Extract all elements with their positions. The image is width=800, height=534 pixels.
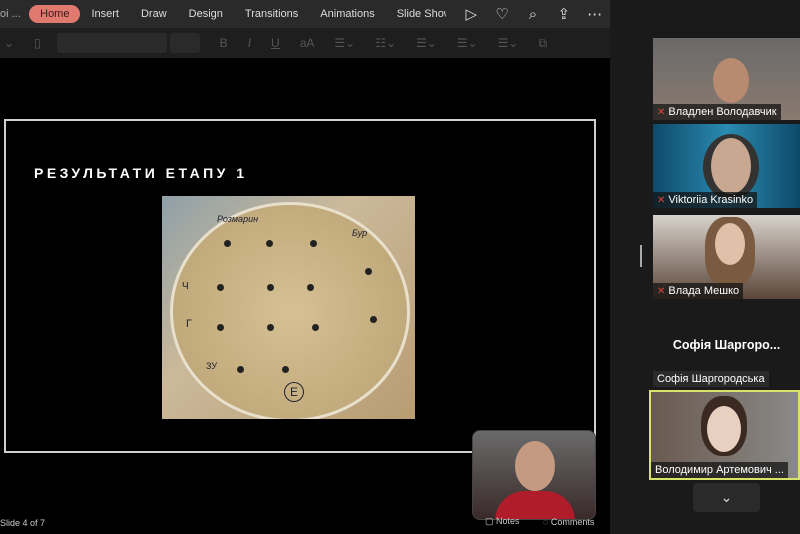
label-e: Е [284,382,305,402]
more-icon[interactable]: ⋯ [579,5,610,23]
font-size-field[interactable] [169,33,200,53]
presentation-pane: oi ... Home Insert Draw Design Transitio… [0,0,610,534]
label-zu: ЗУ [206,361,218,371]
tab-draw[interactable]: Draw [130,5,178,23]
underline-button[interactable]: U [271,36,280,50]
comments-icon: ◌ [543,517,551,527]
bullets-icon[interactable]: ☰⌄ [334,36,355,50]
muted-mic-icon: ✕ [657,107,666,118]
petri-dish-photo: Розмарин Бур Ч Г ЗУ Е [162,196,415,419]
slide-title: РЕЗУЛЬТАТИ ЕТАПУ 1 [34,165,248,181]
tab-slide-show[interactable]: Slide Show [386,5,446,23]
slide-counter: Slide 4 of 7 [0,518,46,528]
participant-name: Влада Мешко [668,285,740,297]
participant-name: Viktoriia Krasinko [668,194,754,206]
participant-name: Владлен Володавчик [668,106,777,118]
align-icon[interactable]: ☰⌄ [457,36,478,50]
participant-name: Володимир Артемович ... [655,464,784,476]
paragraph-icon[interactable]: ☰⌄ [498,36,519,50]
chevron-down-icon[interactable]: ⌄ [4,36,14,50]
label-g: Г [186,318,192,330]
label-ch: Ч [182,281,189,292]
line-spacing-icon[interactable]: ☰⌄ [416,36,437,50]
participant-tile-active-speaker[interactable]: Володимир Артемович ... [649,390,800,480]
format-toolbar: ⌄ ▯ B I U aA ☰⌄ ☷⌄ ☰⌄ ☰⌄ ☰⌄ ⧉ [0,28,610,58]
participant-tile[interactable]: ✕ Влада Мешко [653,215,800,299]
participant-display-name: Софія Шаргоро... [672,338,781,352]
muted-mic-icon: ✕ [657,195,666,206]
doc-title[interactable]: oi ... [0,8,23,20]
participant-tile[interactable]: ✕ Viktoriia Krasinko [653,124,800,208]
play-icon[interactable]: ▷ [456,5,487,23]
label-bur: Бур [352,228,368,238]
bold-button[interactable]: B [220,36,228,50]
tab-design[interactable]: Design [178,5,234,23]
resize-handle[interactable] [640,245,642,267]
label-rosemary: Розмарин [217,214,259,224]
participant-tile[interactable]: Софія Шаргоро... Софія Шаргородська [653,305,800,387]
notes-button[interactable]: ▢ Notes [485,516,520,527]
self-video-thumbnail[interactable] [472,430,596,520]
shapes-icon[interactable]: ⧉ [538,36,547,51]
ribbon-tabs: oi ... Home Insert Draw Design Transitio… [0,0,610,28]
slide-canvas[interactable]: РЕЗУЛЬТАТИ ЕТАПУ 1 Розмарин Бур Ч Г ЗУ Е [4,119,596,453]
italic-button[interactable]: I [248,36,251,50]
numbering-icon[interactable]: ☷⌄ [375,36,396,50]
font-name-field[interactable] [56,33,167,53]
share-icon[interactable]: ⇪ [548,5,579,23]
comments-button[interactable]: ◌ Comments [543,517,594,527]
gallery-next-button[interactable]: ⌄ [693,483,760,512]
tab-home[interactable]: Home [29,5,81,23]
notes-icon: ▢ [485,516,497,526]
participant-tile[interactable]: ✕ Владлен Володавчик [653,38,800,120]
tab-animations[interactable]: Animations [309,5,385,23]
format-painter-icon[interactable]: ▯ [34,36,41,50]
search-icon[interactable]: ⌕ [518,6,549,23]
lightbulb-icon[interactable]: ♡ [487,5,518,23]
participant-name: Софія Шаргородська [657,373,765,385]
chevron-down-icon: ⌄ [720,489,733,505]
font-size-button[interactable]: aA [300,36,315,50]
muted-mic-icon: ✕ [657,286,666,297]
tab-insert[interactable]: Insert [80,5,130,23]
tab-transitions[interactable]: Transitions [234,5,309,23]
